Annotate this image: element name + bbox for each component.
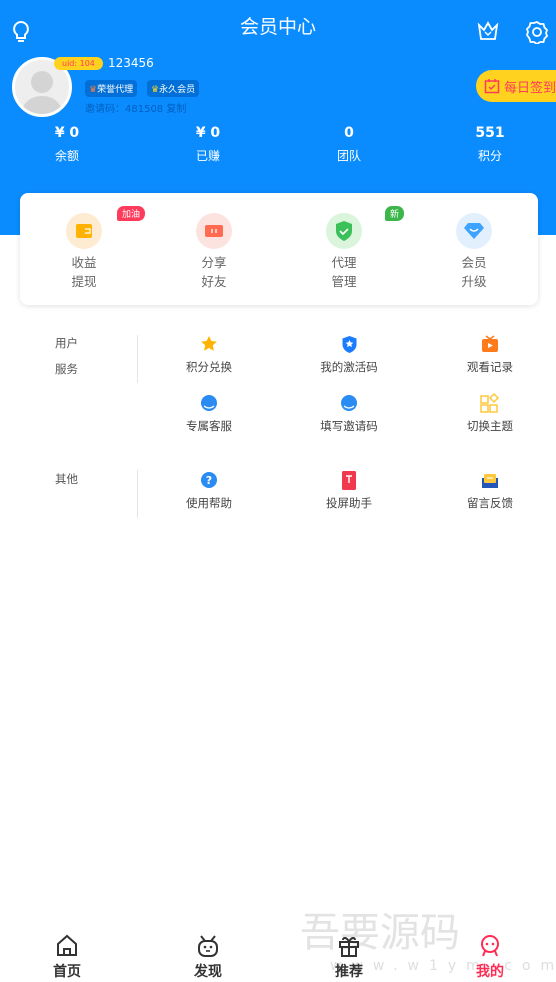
- divider: [137, 470, 138, 518]
- stat-earned[interactable]: ¥ 0 已赚: [158, 125, 258, 164]
- crown-icon[interactable]: [477, 21, 499, 41]
- service-switch-theme[interactable]: 切换主题: [440, 393, 540, 434]
- home-icon: [57, 934, 77, 956]
- ticket-icon: [205, 225, 223, 237]
- uid-badge: uid: 104: [54, 57, 103, 70]
- service-customer-support[interactable]: 专属客服: [159, 393, 259, 434]
- service-enter-invite-code[interactable]: 填写邀请码: [299, 393, 399, 434]
- gift-icon: [339, 936, 359, 957]
- page-title: 会员中心: [239, 16, 316, 38]
- tag-lifetime-member: ♛永久会员: [147, 80, 200, 97]
- service-points-exchange[interactable]: 积分兑换: [159, 334, 259, 375]
- tag-honor-agent: ♛荣誉代理: [85, 80, 138, 97]
- service-activation-code[interactable]: 我的激活码: [299, 334, 399, 375]
- quick-share[interactable]: 分享 好友: [174, 213, 254, 291]
- quick-upgrade[interactable]: 会员 升级: [434, 213, 514, 291]
- nav-recommend[interactable]: 推荐: [309, 934, 389, 981]
- stat-balance[interactable]: ¥ 0 余额: [17, 125, 117, 164]
- badge-jiayou: 加油: [117, 206, 146, 221]
- username: 123456: [108, 56, 154, 70]
- service-watch-history[interactable]: 观看记录: [440, 334, 540, 375]
- shield-check-icon: [336, 221, 352, 241]
- headset-icon: [339, 393, 359, 413]
- copy-button[interactable]: 复制: [166, 104, 186, 115]
- shield-star-icon: [339, 334, 359, 354]
- diamond-icon: [464, 223, 484, 239]
- grid-theme-icon: [480, 393, 500, 413]
- svg-text:?: ?: [206, 474, 212, 487]
- tv-play-icon: [480, 334, 500, 354]
- stat-points[interactable]: 551 积分: [440, 125, 540, 164]
- gear-icon[interactable]: [525, 20, 549, 44]
- nav-home[interactable]: 首页: [27, 934, 107, 981]
- wallet-icon: [76, 224, 92, 238]
- quick-agent[interactable]: 代理 管理: [304, 213, 384, 291]
- section-label-user-services: 用户 服务: [55, 336, 78, 376]
- headset-icon: [199, 393, 219, 413]
- badge-new: 新: [385, 206, 405, 221]
- robot-face-icon: [198, 935, 218, 957]
- invite-code: 邀请码：481508 复制: [85, 104, 187, 115]
- service-feedback[interactable]: 留言反馈: [440, 470, 540, 511]
- calendar-icon: [484, 79, 500, 94]
- service-help[interactable]: ? 使用帮助: [159, 470, 259, 511]
- nav-discover[interactable]: 发现: [168, 934, 248, 981]
- divider: [137, 335, 138, 383]
- nav-mine[interactable]: 我的: [450, 934, 530, 981]
- daily-sign-in-button[interactable]: 每日签到: [476, 70, 556, 102]
- star-icon: [199, 334, 219, 354]
- quick-withdraw[interactable]: 收益 提现: [44, 213, 124, 291]
- mail-message-icon: [480, 470, 500, 490]
- quick-actions-card: 收益 提现 加油 分享 好友 代理 管理 新 会员 升级: [20, 193, 538, 305]
- stat-team[interactable]: 0 团队: [299, 125, 399, 164]
- service-screen-cast[interactable]: 投屏助手: [299, 470, 399, 511]
- user-face-icon: [481, 935, 499, 957]
- cast-phone-icon: [339, 470, 359, 490]
- help-icon: ?: [199, 470, 219, 490]
- section-label-other: 其他: [55, 472, 78, 486]
